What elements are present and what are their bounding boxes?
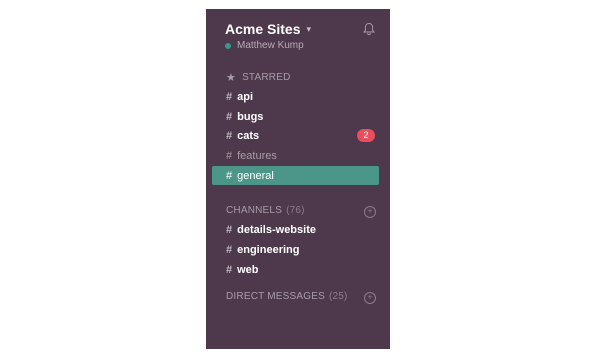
unread-badge: 2 bbox=[357, 129, 375, 142]
add-channel-icon[interactable]: + bbox=[364, 206, 376, 218]
hash-icon: # bbox=[226, 263, 233, 276]
sidebar: Acme Sites ▾ Matthew Kump ★ STARRED # ap… bbox=[206, 9, 390, 349]
dm-count: (25) bbox=[328, 291, 348, 302]
starred-title: STARRED bbox=[242, 72, 291, 83]
channel-item-bugs[interactable]: # bugs bbox=[212, 107, 379, 126]
hash-icon: # bbox=[226, 110, 233, 123]
channel-item-engineering[interactable]: # engineering bbox=[212, 240, 379, 259]
channel-name: general bbox=[237, 169, 274, 182]
hash-icon: # bbox=[226, 169, 233, 182]
hash-icon: # bbox=[226, 149, 233, 162]
add-dm-icon[interactable]: + bbox=[364, 292, 376, 304]
presence-dot bbox=[225, 42, 231, 49]
channel-name: web bbox=[237, 263, 259, 276]
hash-icon: # bbox=[226, 90, 233, 103]
channel-name: api bbox=[237, 90, 254, 103]
channel-name: engineering bbox=[237, 243, 300, 256]
channel-item-api[interactable]: # api bbox=[212, 87, 379, 106]
hash-icon: # bbox=[226, 129, 233, 142]
channel-name: bugs bbox=[237, 110, 264, 123]
channel-item-details-website[interactable]: # details-website bbox=[212, 220, 379, 239]
channels-title: CHANNELS bbox=[226, 205, 283, 216]
team-name: Acme Sites bbox=[225, 21, 301, 37]
channel-item-features[interactable]: # features bbox=[212, 146, 379, 165]
channel-item-web[interactable]: # web bbox=[212, 260, 379, 279]
chevron-down-icon: ▾ bbox=[306, 23, 312, 34]
channels-count: (76) bbox=[286, 205, 305, 216]
team-menu[interactable]: Acme Sites ▾ bbox=[225, 21, 311, 37]
current-user[interactable]: Matthew Kump bbox=[225, 40, 304, 51]
direct-messages-section-header[interactable]: DIRECT MESSAGES (25) bbox=[226, 291, 348, 302]
channel-name: features bbox=[237, 149, 277, 162]
dm-title: DIRECT MESSAGES bbox=[226, 291, 325, 302]
hash-icon: # bbox=[226, 223, 233, 236]
hash-icon: # bbox=[226, 243, 233, 256]
channel-item-cats[interactable]: # cats 2 bbox=[212, 126, 379, 145]
star-icon: ★ bbox=[226, 72, 237, 84]
user-name: Matthew Kump bbox=[237, 40, 304, 51]
channel-name: cats bbox=[237, 129, 260, 142]
channel-item-general[interactable]: # general bbox=[212, 166, 379, 185]
channels-section-header[interactable]: CHANNELS (76) bbox=[226, 205, 305, 216]
starred-section-header: ★ STARRED bbox=[226, 71, 291, 84]
channel-name: details-website bbox=[237, 223, 316, 236]
bell-icon[interactable] bbox=[362, 22, 376, 36]
